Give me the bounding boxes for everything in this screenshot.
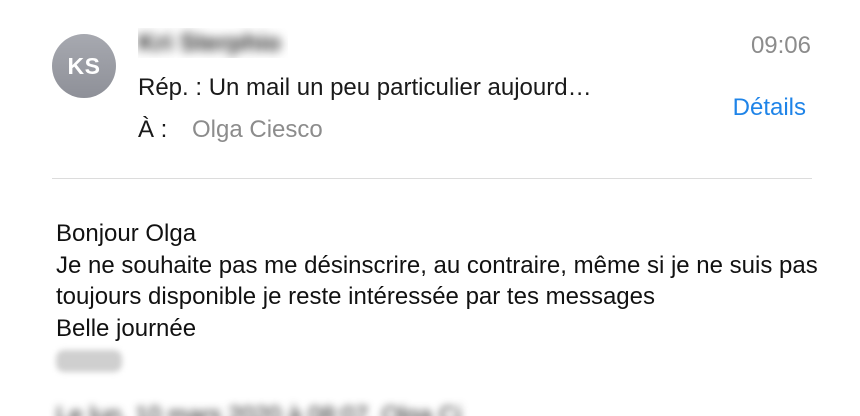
avatar-initials: KS [67, 52, 101, 79]
body-closing: Belle journée [56, 314, 197, 342]
recipient-row: À : Olga Ciesco [138, 116, 323, 144]
message-time: 09:06 [750, 32, 811, 59]
sender-name-redacted: Kri Sterphio [138, 29, 282, 57]
body-paragraph: Je ne souhaite pas me désinscrire, au co… [56, 251, 818, 311]
recipient-label: À : [138, 116, 168, 143]
quoted-header-redacted: Le lun. 10 mars 2020 à 08:07, Olga Ci [56, 402, 462, 416]
signature-redacted [56, 350, 122, 372]
avatar: KS [52, 34, 116, 98]
recipient-name[interactable]: Olga Ciesco [192, 116, 323, 143]
header-divider [52, 178, 812, 179]
details-link[interactable]: Détails [733, 94, 806, 122]
body-greeting: Bonjour Olga [56, 220, 197, 247]
message-subject: Rép. : Un mail un peu particulier aujour… [138, 74, 592, 101]
message-body: Bonjour Olga Je ne souhaite pas me désin… [56, 218, 826, 372]
mail-message-view: KS Kri Sterphio 09:06 Rép. : Un mail un … [0, 0, 860, 416]
